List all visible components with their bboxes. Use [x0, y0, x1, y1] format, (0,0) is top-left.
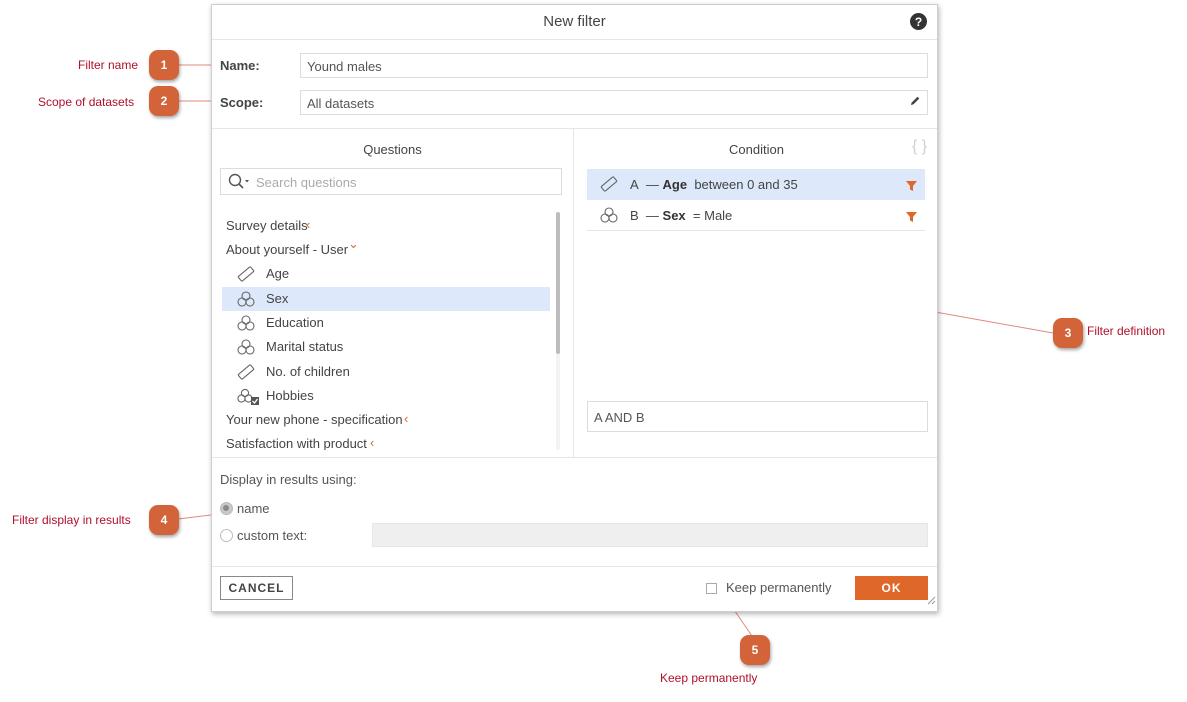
chevron-left-icon: ‹: [370, 435, 375, 450]
scope-row: Scope: All datasets: [212, 90, 937, 116]
condition-dash: —: [645, 208, 659, 223]
tree-item-label: Age: [266, 266, 290, 281]
name-label: Name:: [220, 58, 260, 73]
custom-text-input[interactable]: [372, 523, 928, 547]
tree-item-label: Hobbies: [266, 388, 314, 403]
tree-group-satisfaction[interactable]: Satisfaction with product ‹: [222, 432, 550, 450]
radio-button-name[interactable]: [220, 502, 233, 515]
funnel-icon[interactable]: [906, 210, 917, 225]
callout-label-filter-definition: Filter definition: [1087, 324, 1166, 338]
tree-item-label: Survey details: [226, 218, 308, 233]
name-input[interactable]: Yound males: [300, 53, 928, 78]
ruler-icon: [600, 176, 618, 195]
tree-group-your-new-phone[interactable]: Your new phone - specification ‹: [222, 408, 550, 432]
callout-bubble-3: 3: [1053, 318, 1083, 348]
new-filter-dialog: New filter ? Name: Yound males Scope: Al…: [211, 4, 938, 612]
keep-permanently-checkbox[interactable]: [706, 583, 717, 594]
pencil-icon[interactable]: [909, 95, 921, 110]
tree-item-age[interactable]: Age: [222, 262, 550, 286]
condition-row-b[interactable]: B — Sex = Male: [587, 200, 925, 231]
tree-item-label: Satisfaction with product: [226, 436, 367, 450]
tree-group-about-yourself[interactable]: About yourself - User ⌄: [222, 236, 550, 262]
radio-label-custom: custom text:: [237, 528, 308, 543]
callout-bubble-4: 4: [149, 505, 179, 535]
condition-dash: —: [645, 177, 659, 192]
tree-item-no-of-children[interactable]: No. of children: [222, 360, 550, 384]
tree-item-sex[interactable]: Sex: [222, 287, 550, 311]
title-bar: New filter ?: [212, 5, 937, 40]
questions-scrollbar-thumb[interactable]: [556, 212, 560, 354]
tree-item-label: Marital status: [266, 339, 344, 354]
divider: [212, 457, 937, 458]
tree-item-label: About yourself - User: [226, 242, 349, 257]
callout-bubble-1: 1: [149, 50, 179, 80]
chevron-left-icon: ‹: [404, 411, 409, 426]
questions-tree: Survey details ‹ About yourself - User ⌄…: [222, 210, 552, 450]
scope-input[interactable]: All datasets: [300, 90, 928, 115]
funnel-icon[interactable]: [906, 179, 917, 194]
ruler-icon: [237, 364, 255, 383]
keep-permanently-label: Keep permanently: [726, 580, 832, 595]
condition-row-a[interactable]: A — Age between 0 and 35: [587, 169, 925, 200]
tree-item-label: Sex: [266, 291, 289, 306]
divider: [212, 566, 937, 567]
tree-group-survey-details[interactable]: Survey details ‹: [222, 214, 550, 238]
tree-item-label: Education: [266, 315, 324, 330]
circles-icon: [237, 291, 255, 310]
search-input[interactable]: [254, 173, 554, 191]
tree-item-hobbies[interactable]: Hobbies: [222, 384, 550, 408]
column-divider: [573, 128, 574, 457]
radio-label-name: name: [237, 501, 270, 516]
tree-item-marital-status[interactable]: Marital status: [222, 335, 550, 359]
circles-check-icon: [237, 388, 261, 409]
circles-icon: [237, 339, 255, 358]
divider: [212, 128, 937, 129]
name-row: Name: Yound males: [212, 53, 937, 79]
condition-rule: between 0 and 35: [694, 177, 798, 192]
callout-label-filter-display: Filter display in results: [12, 513, 131, 527]
condition-text: B — Sex = Male: [630, 208, 732, 223]
expression-input[interactable]: A AND B: [587, 401, 928, 432]
dialog-title: New filter: [543, 13, 606, 30]
radio-button-custom[interactable]: [220, 529, 233, 542]
condition-rule: = Male: [692, 208, 733, 223]
braces-icon[interactable]: { }: [912, 138, 927, 156]
callout-bubble-2: 2: [149, 86, 179, 116]
ruler-icon: [237, 266, 255, 285]
search-box[interactable]: [220, 168, 562, 195]
tree-item-label: No. of children: [266, 364, 350, 379]
chevron-down-icon: ⌄: [348, 236, 359, 251]
condition-question: Sex: [662, 208, 686, 223]
callout-label-keep-permanently: Keep permanently: [660, 671, 758, 685]
help-icon[interactable]: ?: [910, 13, 927, 30]
search-icon[interactable]: [228, 173, 250, 196]
questions-header: Questions: [363, 142, 422, 157]
ok-button[interactable]: OK: [855, 576, 928, 600]
cancel-button[interactable]: CANCEL: [220, 576, 293, 600]
display-label: Display in results using:: [220, 472, 357, 487]
circles-icon: [600, 207, 618, 226]
callout-label-scope: Scope of datasets: [38, 95, 135, 109]
chevron-left-icon: ‹: [306, 217, 311, 232]
condition-letter: A: [630, 177, 639, 192]
condition-letter: B: [630, 208, 639, 223]
scope-label: Scope:: [220, 95, 264, 110]
condition-text: A — Age between 0 and 35: [630, 177, 798, 192]
tree-item-label: Your new phone - specification: [226, 412, 403, 427]
callout-label-filter-name: Filter name: [78, 58, 139, 72]
condition-header: Condition: [729, 142, 784, 157]
callout-bubble-5: 5: [740, 635, 770, 665]
circles-icon: [237, 315, 255, 334]
scope-value: All datasets: [307, 96, 375, 111]
tree-item-education[interactable]: Education: [222, 311, 550, 335]
condition-question: Age: [662, 177, 688, 192]
resize-grip-icon[interactable]: [927, 592, 936, 610]
